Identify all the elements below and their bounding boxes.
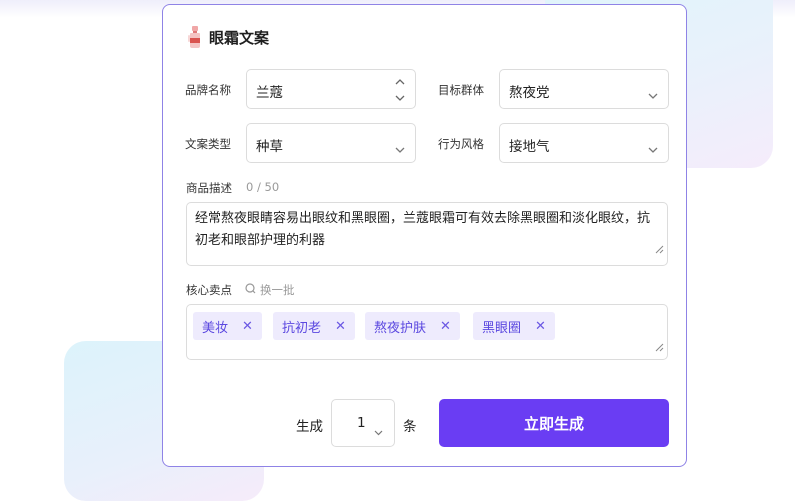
description-label: 商品描述 [186, 181, 232, 195]
refresh-icon [245, 283, 256, 297]
stepper-arrows-icon[interactable] [395, 77, 405, 107]
generate-now-button[interactable]: 立即生成 [439, 399, 669, 447]
brand-label: 品牌名称 [185, 83, 231, 97]
chevron-down-icon [395, 139, 405, 158]
tag-label: 黑眼圈 [482, 320, 522, 336]
count-select[interactable]: 1 [331, 399, 395, 447]
audience-value: 熬夜党 [509, 85, 550, 101]
refresh-label: 换一批 [260, 283, 295, 297]
audience-label: 目标群体 [438, 83, 484, 97]
form-header: 眼霜文案 [185, 25, 269, 49]
copy-type-label: 文案类型 [185, 137, 231, 151]
copy-type-value: 种草 [256, 139, 283, 155]
style-label: 行为风格 [438, 137, 484, 151]
count-unit: 条 [403, 419, 417, 435]
brand-value: 兰蔻 [256, 85, 283, 101]
form-title: 眼霜文案 [209, 28, 270, 47]
close-icon[interactable]: ✕ [335, 319, 346, 334]
copy-type-select[interactable]: 种草 [246, 123, 416, 163]
brand-input[interactable]: 兰蔻 [246, 69, 416, 109]
cream-bottle-icon [185, 25, 205, 49]
resize-handle-icon[interactable] [655, 337, 664, 356]
description-text: 经常熬夜眼睛容易出眼纹和黑眼圈，兰蔻眼霜可有效去除黑眼圈和淡化眼纹，抗初老和眼部… [195, 211, 651, 248]
refresh-button[interactable]: 换一批 [245, 282, 295, 298]
style-value: 接地气 [509, 139, 550, 155]
description-textarea[interactable]: 经常熬夜眼睛容易出眼纹和黑眼圈，兰蔻眼霜可有效去除黑眼圈和淡化眼纹，抗初老和眼部… [186, 202, 668, 266]
tag-chip: 美妆 ✕ [193, 312, 262, 340]
selling-points-label: 核心卖点 [186, 283, 232, 297]
audience-select[interactable]: 熬夜党 [499, 69, 669, 109]
selling-points-box[interactable]: 美妆 ✕ 抗初老 ✕ 熬夜护肤 ✕ 黑眼圈 ✕ [186, 304, 668, 360]
resize-handle-icon[interactable] [655, 240, 664, 262]
count-value: 1 [357, 415, 366, 431]
style-select[interactable]: 接地气 [499, 123, 669, 163]
close-icon[interactable]: ✕ [242, 319, 253, 334]
tag-chip: 抗初老 ✕ [273, 312, 355, 340]
chevron-down-icon [648, 139, 658, 158]
tag-chip: 熬夜护肤 ✕ [365, 312, 460, 340]
tag-label: 抗初老 [282, 320, 322, 336]
generate-label: 生成 [296, 419, 323, 435]
tag-label: 美妆 [202, 320, 229, 336]
chevron-down-icon [374, 421, 383, 440]
description-counter: 0 / 50 [246, 180, 280, 194]
close-icon[interactable]: ✕ [440, 319, 451, 334]
chevron-down-icon [648, 85, 658, 104]
copywriting-form-card: 眼霜文案 品牌名称 兰蔻 目标群体 熬夜党 文案类型 种草 行为风格 接地气 商 [162, 4, 687, 467]
tag-chip: 黑眼圈 ✕ [473, 312, 555, 340]
close-icon[interactable]: ✕ [535, 319, 546, 334]
tag-label: 熬夜护肤 [374, 320, 427, 336]
